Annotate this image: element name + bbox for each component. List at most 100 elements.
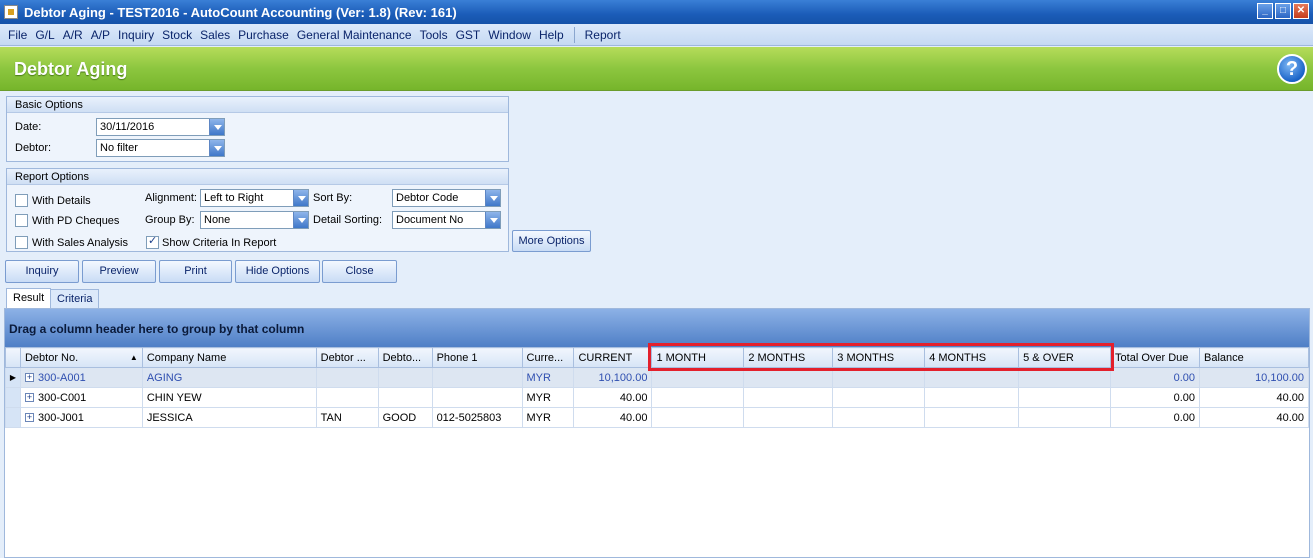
close-window-button[interactable]: ✕ bbox=[1293, 3, 1309, 19]
group-by-hint: Drag a column header here to group by th… bbox=[9, 322, 305, 336]
detail-sorting-value: Document No bbox=[396, 214, 464, 226]
col-1-month[interactable]: 1 MONTH bbox=[651, 347, 745, 368]
group-by-select[interactable]: None bbox=[200, 211, 309, 229]
menu-stock[interactable]: Stock bbox=[158, 28, 196, 42]
date-label: Date: bbox=[15, 121, 42, 133]
inquiry-button[interactable]: Inquiry bbox=[5, 260, 79, 283]
row-indicator bbox=[5, 407, 21, 428]
row-indicator bbox=[5, 387, 21, 408]
col-phone[interactable]: Phone 1 bbox=[431, 347, 523, 368]
row-indicator-icon: ▶ bbox=[5, 367, 21, 388]
table-row[interactable]: ▶ +300-A001 AGING MYR 10,100.00 0.00 10,… bbox=[5, 367, 1309, 388]
month-3 bbox=[832, 367, 926, 388]
chevron-down-icon[interactable] bbox=[209, 140, 224, 156]
total-over-due: 0.00 bbox=[1110, 407, 1200, 428]
menu-gl[interactable]: G/L bbox=[31, 28, 58, 42]
print-button[interactable]: Print bbox=[159, 260, 232, 283]
report-options-group: Report Options With Details With PD Cheq… bbox=[6, 168, 509, 252]
current: 10,100.00 bbox=[573, 367, 653, 388]
expand-icon[interactable]: + bbox=[24, 413, 34, 423]
cell-c3 bbox=[315, 367, 379, 388]
col-2-months[interactable]: 2 MONTHS bbox=[743, 347, 834, 368]
col-5-over[interactable]: 5 & OVER bbox=[1018, 347, 1112, 368]
group-by-label: Group By: bbox=[145, 214, 195, 226]
menu-help[interactable]: Help bbox=[535, 28, 568, 42]
col-currency[interactable]: Curre... bbox=[521, 347, 575, 368]
date-field[interactable]: 30/11/2016 bbox=[96, 118, 225, 136]
hide-options-button[interactable]: Hide Options bbox=[235, 260, 320, 283]
more-options-button[interactable]: More Options bbox=[512, 230, 591, 252]
cell-c4 bbox=[377, 367, 433, 388]
total-over-due: 0.00 bbox=[1110, 367, 1200, 388]
chevron-down-icon[interactable] bbox=[293, 212, 308, 228]
col-debtor-extra-2[interactable]: Debto... bbox=[377, 347, 433, 368]
chevron-down-icon[interactable] bbox=[485, 190, 500, 206]
month-4 bbox=[924, 367, 1020, 388]
menu-report[interactable]: Report bbox=[581, 28, 625, 42]
col-balance[interactable]: Balance bbox=[1199, 347, 1309, 368]
menu-tools[interactable]: Tools bbox=[416, 28, 452, 42]
show-criteria-label: Show Criteria In Report bbox=[162, 237, 277, 249]
expand-icon[interactable]: + bbox=[24, 373, 34, 383]
with-details-label: With Details bbox=[32, 195, 91, 207]
menu-inquiry[interactable]: Inquiry bbox=[114, 28, 158, 42]
col-current[interactable]: CURRENT bbox=[573, 347, 653, 368]
with-sales-analysis-checkbox[interactable] bbox=[15, 236, 28, 249]
group-by-panel[interactable]: Drag a column header here to group by th… bbox=[5, 309, 1309, 347]
month-3 bbox=[832, 407, 926, 428]
month-1 bbox=[651, 407, 745, 428]
debtor-label: Debtor: bbox=[15, 142, 52, 154]
currency: MYR bbox=[521, 407, 575, 428]
table-row[interactable]: +300-C001 CHIN YEW MYR 40.00 0.00 40.00 bbox=[5, 387, 1309, 408]
chevron-down-icon[interactable] bbox=[293, 190, 308, 206]
basic-options-group: Basic Options Date: 30/11/2016 Debtor: N… bbox=[6, 96, 509, 162]
with-details-checkbox[interactable] bbox=[15, 194, 28, 207]
menu-gst[interactable]: GST bbox=[452, 28, 485, 42]
month-5-over bbox=[1018, 407, 1112, 428]
tab-result[interactable]: Result bbox=[6, 288, 52, 309]
balance: 10,100.00 bbox=[1199, 367, 1309, 388]
cell-c4 bbox=[377, 387, 433, 408]
col-total-over-due[interactable]: Total Over Due bbox=[1110, 347, 1200, 368]
menu-purchase[interactable]: Purchase bbox=[234, 28, 293, 42]
preview-button[interactable]: Preview bbox=[82, 260, 156, 283]
minimize-button[interactable]: _ bbox=[1257, 3, 1273, 19]
maximize-button[interactable]: □ bbox=[1275, 3, 1291, 19]
with-pd-cheques-label: With PD Cheques bbox=[32, 215, 120, 227]
menu-bar: File G/L A/R A/P Inquiry Stock Sales Pur… bbox=[0, 24, 1313, 46]
balance: 40.00 bbox=[1199, 387, 1309, 408]
current: 40.00 bbox=[573, 407, 653, 428]
menu-general-maintenance[interactable]: General Maintenance bbox=[293, 28, 416, 42]
tab-criteria[interactable]: Criteria bbox=[50, 289, 100, 308]
menu-ap[interactable]: A/P bbox=[87, 28, 114, 42]
col-4-months[interactable]: 4 MONTHS bbox=[924, 347, 1020, 368]
menu-ar[interactable]: A/R bbox=[59, 28, 87, 42]
phone bbox=[431, 367, 523, 388]
window-title: Debtor Aging - TEST2016 - AutoCount Acco… bbox=[24, 4, 457, 20]
group-by-value: None bbox=[204, 214, 231, 226]
table-row[interactable]: +300-J001 JESSICA TAN GOOD 012-5025803 M… bbox=[5, 407, 1309, 428]
menu-window[interactable]: Window bbox=[484, 28, 535, 42]
alignment-label: Alignment: bbox=[145, 192, 197, 204]
debtor-filter-select[interactable]: No filter bbox=[96, 139, 225, 157]
month-5-over bbox=[1018, 387, 1112, 408]
with-pd-cheques-checkbox[interactable] bbox=[15, 214, 28, 227]
month-4 bbox=[924, 387, 1020, 408]
detail-sorting-select[interactable]: Document No bbox=[392, 211, 501, 229]
menu-file[interactable]: File bbox=[4, 28, 31, 42]
col-debtor-extra[interactable]: Debtor ... bbox=[315, 347, 379, 368]
close-button[interactable]: Close bbox=[322, 260, 397, 283]
chevron-down-icon[interactable] bbox=[209, 119, 224, 135]
table-header-row: Debtor No. ▲ Company Name Debtor ... Debt… bbox=[5, 347, 1309, 368]
menu-sales[interactable]: Sales bbox=[196, 28, 234, 42]
alignment-select[interactable]: Left to Right bbox=[200, 189, 309, 207]
col-debtor-no[interactable]: Debtor No. ▲ bbox=[19, 347, 143, 368]
show-criteria-checkbox[interactable] bbox=[146, 234, 159, 249]
chevron-down-icon[interactable] bbox=[485, 212, 500, 228]
col-3-months[interactable]: 3 MONTHS bbox=[832, 347, 926, 368]
sort-by-select[interactable]: Debtor Code bbox=[392, 189, 501, 207]
col-company-name[interactable]: Company Name bbox=[141, 347, 317, 368]
title-bar: Debtor Aging - TEST2016 - AutoCount Acco… bbox=[0, 0, 1313, 24]
expand-icon[interactable]: + bbox=[24, 393, 34, 403]
help-icon[interactable]: ? bbox=[1277, 54, 1307, 84]
